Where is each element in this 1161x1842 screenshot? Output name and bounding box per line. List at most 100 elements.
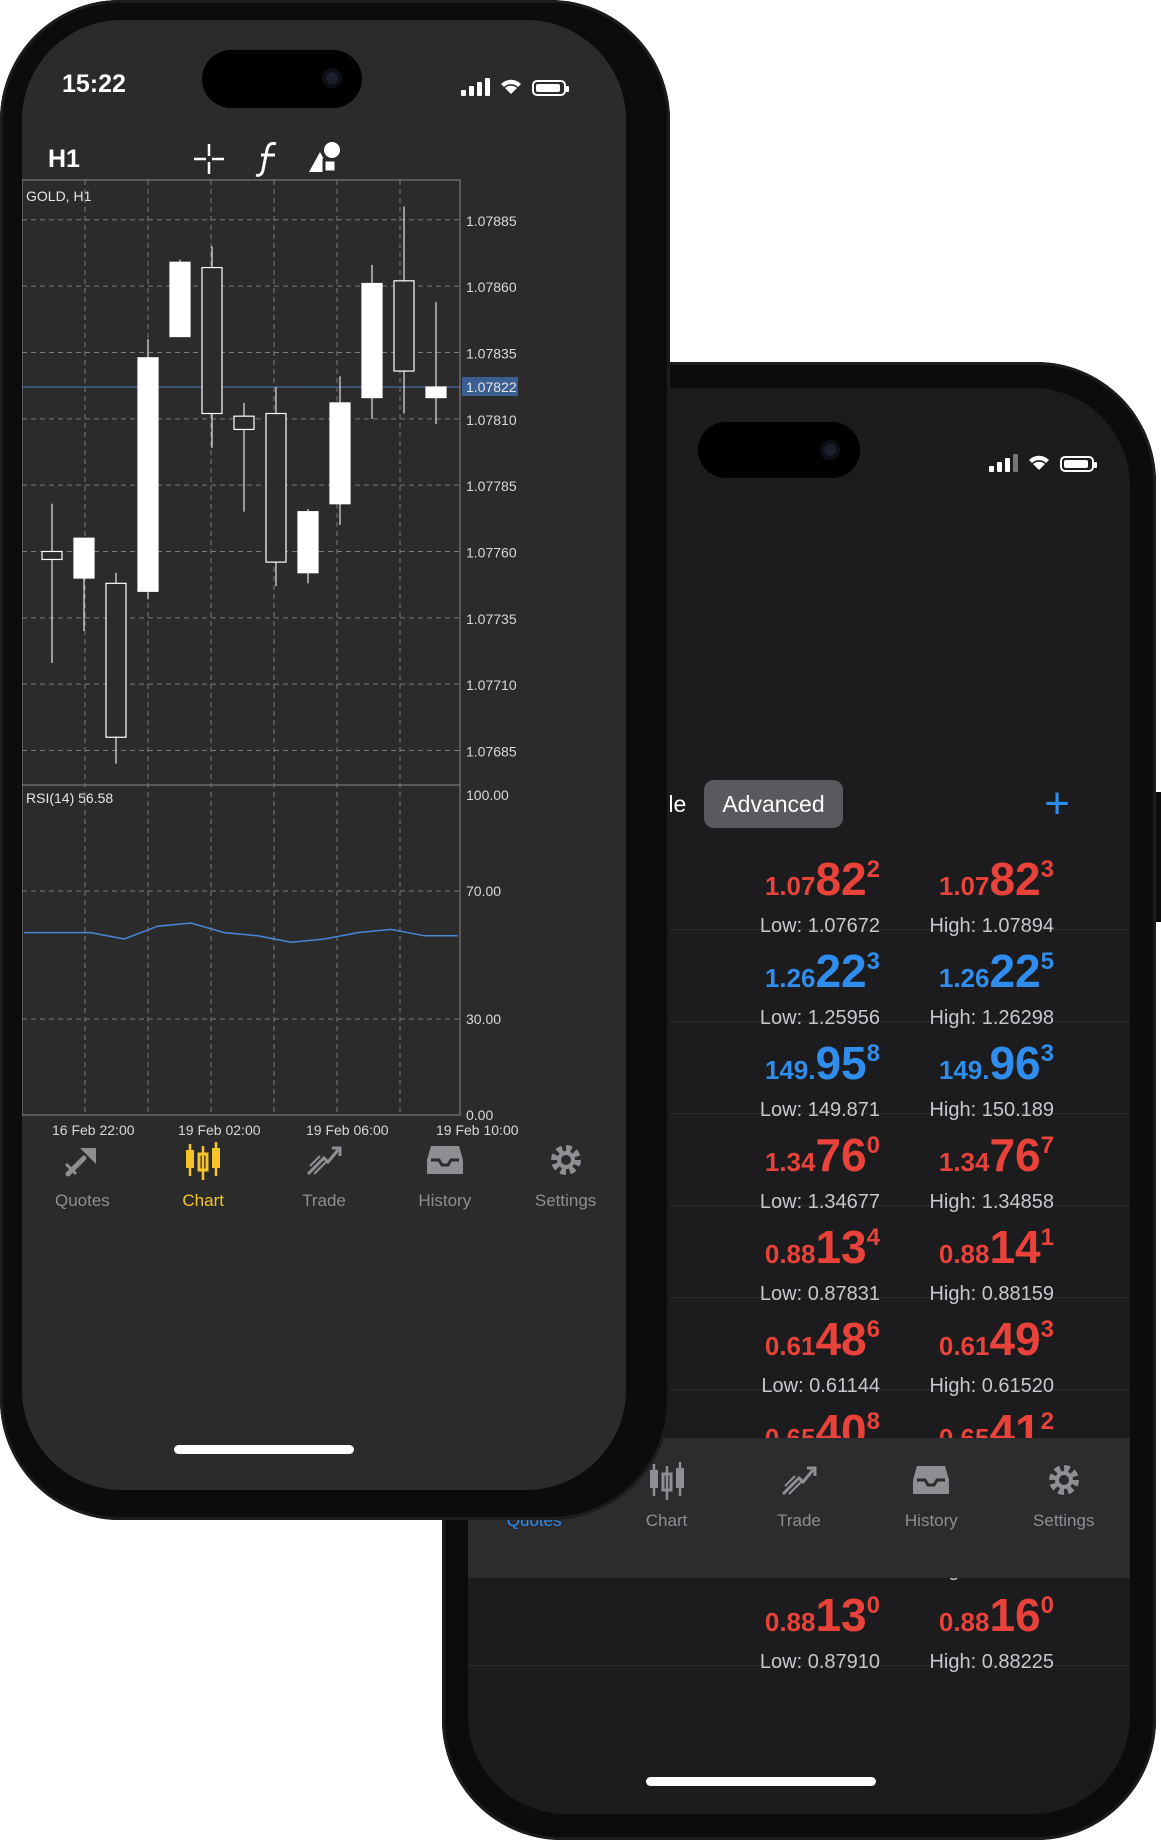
- history-icon: [425, 1140, 465, 1185]
- ask-price: 0.88160: [854, 1584, 1054, 1649]
- tab-history[interactable]: History: [876, 1460, 986, 1578]
- bid-cell[interactable]: 1.34760 Low: 1.34677: [680, 1124, 880, 1214]
- ask-cell[interactable]: 149.963 High: 150.189: [854, 1032, 1054, 1122]
- price-tick-label: 1.07710: [466, 677, 517, 693]
- ask-price-part: 1.26: [938, 963, 990, 993]
- candle-body: [73, 537, 95, 579]
- chart-symbol-label: GOLD, H1: [26, 188, 92, 204]
- history-icon: [911, 1460, 951, 1505]
- price-tick-label: 1.07885: [466, 213, 517, 229]
- ask-cell[interactable]: 0.88141 High: 0.88159: [854, 1216, 1054, 1306]
- tab-trade[interactable]: Trade: [269, 1140, 379, 1260]
- advanced-tab[interactable]: Advanced: [704, 780, 843, 828]
- tab-label: Chart: [645, 1511, 688, 1530]
- ask-price-part: 96: [989, 1037, 1041, 1089]
- ask-cell[interactable]: 1.07823 High: 1.07894: [854, 848, 1054, 938]
- high-value: High: 0.88225: [929, 1651, 1054, 1673]
- bid-price: 1.34760: [680, 1124, 880, 1189]
- add-symbol-button[interactable]: +: [1044, 782, 1070, 826]
- rsi-indicator: RSI(14) 56.58 100.00 70.00 30.00 0.00 16 Feb …: [22, 787, 519, 1138]
- bid-cell[interactable]: 0.61486 Low: 0.61144: [680, 1308, 880, 1398]
- candle-body: [105, 582, 127, 738]
- status-icons: [989, 452, 1097, 472]
- tab-trade[interactable]: Trade: [744, 1460, 854, 1578]
- bid-price-part: 1.26: [764, 963, 816, 993]
- bid-cell[interactable]: 1.26223 Low: 1.25956: [680, 940, 880, 1030]
- ask-cell[interactable]: 0.88160 High: 0.88225: [854, 1584, 1054, 1674]
- trade-icon: [779, 1460, 819, 1505]
- tab-history[interactable]: History: [390, 1140, 500, 1260]
- rsi-tick-label: 30.00: [466, 1011, 501, 1027]
- tab-label: History: [904, 1511, 958, 1530]
- ask-price: 0.61493: [854, 1308, 1054, 1373]
- bid-price: 1.26223: [680, 940, 880, 1005]
- tab-quotes[interactable]: Quotes: [27, 1140, 137, 1260]
- trade-icon: [304, 1140, 344, 1185]
- candle-body: [169, 261, 191, 338]
- signal-icon: [989, 454, 1018, 472]
- candle-body: [297, 511, 319, 574]
- candle-body: [361, 282, 383, 399]
- tab-label: Settings: [534, 1191, 597, 1210]
- price-tick-label: 1.07810: [466, 412, 517, 428]
- tab-settings[interactable]: Settings: [1009, 1460, 1119, 1578]
- ask-price-part: 16: [989, 1589, 1041, 1641]
- time-tick-label: 16 Feb 22:00: [52, 1122, 135, 1138]
- price-tick-label: 1.07785: [466, 478, 517, 494]
- bid-cell[interactable]: 1.07822 Low: 1.07672: [680, 848, 880, 938]
- bottom-tab-bar: Quotes Chart Trade History Settings: [22, 1140, 626, 1260]
- rsi-tick-label: 100.00: [466, 787, 509, 803]
- bid-price-part: 0.61: [764, 1331, 816, 1361]
- ask-price-part: 0: [1040, 1592, 1054, 1619]
- ask-price-part: 1.07: [938, 871, 990, 901]
- home-indicator: [174, 1445, 354, 1454]
- chart-grid: GOLD, H1 1.07885 1.07860 1.07835 1.07810 1.07…: [22, 179, 518, 1116]
- chart-phone: 15:22 H1 GOLD, H1 1.07885 1.07860 1.07835 1.…: [0, 0, 670, 1520]
- battery-icon: [1060, 456, 1097, 472]
- chart-icon: [183, 1140, 223, 1185]
- bid-price-part: 0.88: [764, 1239, 816, 1269]
- quote-row[interactable]: 0.88130 Low: 0.87910 0.88160 High: 0.88225: [468, 1574, 1130, 1673]
- rsi-label: RSI(14) 56.58: [26, 790, 113, 806]
- bid-price-part: 0.88: [764, 1607, 816, 1637]
- quotes-icon: [62, 1140, 102, 1185]
- time-tick-label: 19 Feb 06:00: [306, 1122, 389, 1138]
- price-chart[interactable]: GOLD, H1 1.07885 1.07860 1.07835 1.07810 1.07…: [22, 20, 626, 1140]
- tab-chart[interactable]: Chart: [148, 1140, 258, 1260]
- candle-body: [329, 402, 351, 505]
- bid-price-part: 1.07: [764, 871, 816, 901]
- ask-cell[interactable]: 1.34767 High: 1.34858: [854, 1124, 1054, 1214]
- ask-cell[interactable]: 1.26225 High: 1.26298: [854, 940, 1054, 1030]
- candle-body: [265, 412, 287, 563]
- ask-price-part: 0.88: [938, 1239, 990, 1269]
- ask-price-part: 82: [989, 853, 1041, 905]
- tab-settings[interactable]: Settings: [511, 1140, 621, 1260]
- tab-label: Trade: [777, 1511, 821, 1530]
- bid-price-part: 149.: [764, 1055, 816, 1085]
- bid-price: 1.07822: [680, 848, 880, 913]
- low-value: Low: 0.87910: [759, 1651, 880, 1673]
- bid-cell[interactable]: 149.958 Low: 149.871: [680, 1032, 880, 1122]
- ask-price: 0.88141: [854, 1216, 1054, 1281]
- ask-price-part: 14: [989, 1221, 1041, 1273]
- ask-cell[interactable]: 0.61493 High: 0.61520: [854, 1308, 1054, 1398]
- ask-price-part: 3: [1040, 856, 1054, 883]
- ask-price-part: 3: [1040, 1316, 1054, 1343]
- price-tick-label: 1.07735: [466, 611, 517, 627]
- ask-price: 1.26225: [854, 940, 1054, 1005]
- ask-price-part: 1: [1040, 1224, 1054, 1251]
- ask-price-part: 5: [1040, 948, 1054, 975]
- bid-cell[interactable]: 0.88134 Low: 0.87831: [680, 1216, 880, 1306]
- price-tick-label: 1.07685: [466, 744, 517, 760]
- tab-label: Chart: [182, 1191, 224, 1210]
- price-tick-label: 1.07835: [466, 345, 517, 361]
- bid-cell[interactable]: 0.88130 Low: 0.87910: [680, 1584, 880, 1674]
- time-tick-label: 19 Feb 10:00: [436, 1122, 519, 1138]
- price-tick-label: 1.07760: [466, 544, 517, 560]
- ask-price: 1.34767: [854, 1124, 1054, 1189]
- ask-price-part: 7: [1040, 1132, 1054, 1159]
- rsi-line: [24, 922, 458, 943]
- bid-price: 0.88130: [680, 1584, 880, 1649]
- candle-body: [137, 357, 159, 592]
- chart-screen: 15:22 H1 GOLD, H1 1.07885 1.07860 1.07835 1.…: [22, 20, 626, 1490]
